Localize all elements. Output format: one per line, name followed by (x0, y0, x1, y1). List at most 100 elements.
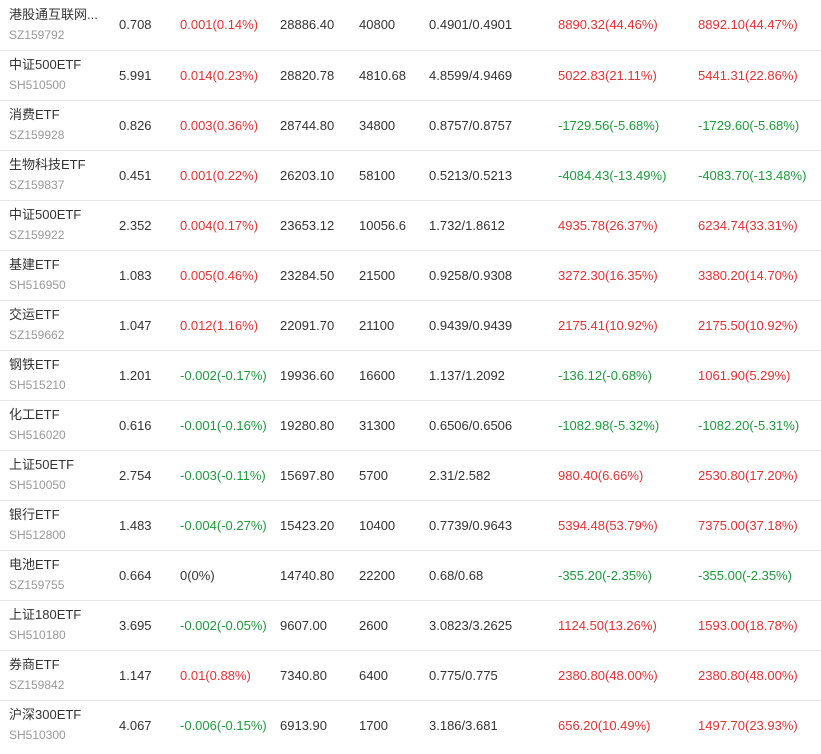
volume-cell: 58100 (359, 150, 429, 200)
fund-name[interactable]: 电池ETF (9, 556, 109, 574)
current-price: 0.708 (119, 17, 152, 33)
fund-name[interactable]: 中证500ETF (9, 56, 109, 74)
cost-price: 0.775/0.775 (429, 667, 498, 683)
cost-cell: 0.8757/0.8757 (429, 100, 558, 150)
volume-cell: 34800 (359, 100, 429, 150)
pnl-cell: 8890.32(44.46%) (558, 0, 698, 50)
fund-name[interactable]: 银行ETF (9, 506, 109, 524)
price-cell: 1.047 (119, 300, 180, 350)
pnl-total-cell: -355.00(-2.35%) (698, 550, 821, 600)
table-row[interactable]: 上证180ETF SH510180 3.695 -0.002(-0.05%) 9… (0, 600, 821, 650)
fund-code: SZ159792 (9, 27, 65, 42)
volume-cell: 21500 (359, 250, 429, 300)
fund-cell[interactable]: 上证180ETF SH510180 (0, 600, 119, 650)
holding-quantity: 10400 (359, 517, 396, 533)
table-row[interactable]: 银行ETF SH512800 1.483 -0.004(-0.27%) 1542… (0, 500, 821, 550)
fund-name[interactable]: 钢铁ETF (9, 356, 109, 374)
market-value: 26203.10 (280, 167, 335, 183)
table-row[interactable]: 沪深300ETF SH510300 4.067 -0.006(-0.15%) 6… (0, 700, 821, 750)
fund-cell[interactable]: 电池ETF SZ159755 (0, 550, 119, 600)
pnl-total-cell: 6234.74(33.31%) (698, 200, 821, 250)
fund-name[interactable]: 消费ETF (9, 106, 109, 124)
cost-cell: 2.31/2.582 (429, 450, 558, 500)
table-row[interactable]: 化工ETF SH516020 0.616 -0.001(-0.16%) 1928… (0, 400, 821, 450)
table-row[interactable]: 消费ETF SZ159928 0.826 0.003(0.36%) 28744.… (0, 100, 821, 150)
fund-cell[interactable]: 化工ETF SH516020 (0, 400, 119, 450)
volume-cell: 1700 (359, 700, 429, 750)
cost-cell: 0.68/0.68 (429, 550, 558, 600)
table-row[interactable]: 生物科技ETF SZ159837 0.451 0.001(0.22%) 2620… (0, 150, 821, 200)
fund-cell[interactable]: 银行ETF SH512800 (0, 500, 119, 550)
current-price: 3.695 (119, 617, 152, 633)
holding-quantity: 16600 (359, 367, 396, 383)
amount-cell: 26203.10 (280, 150, 359, 200)
volume-cell: 22200 (359, 550, 429, 600)
pnl-cell: 2380.80(48.00%) (558, 650, 698, 700)
fund-name[interactable]: 券商ETF (9, 656, 109, 674)
cost-cell: 0.5213/0.5213 (429, 150, 558, 200)
floating-pnl: 656.20(10.49%) (558, 717, 651, 733)
fund-cell[interactable]: 基建ETF SH516950 (0, 250, 119, 300)
total-pnl: 1061.90(5.29%) (698, 367, 791, 383)
fund-name[interactable]: 生物科技ETF (9, 156, 109, 174)
table-row[interactable]: 中证500ETF SZ159922 2.352 0.004(0.17%) 236… (0, 200, 821, 250)
price-cell: 2.352 (119, 200, 180, 250)
fund-cell[interactable]: 券商ETF SZ159842 (0, 650, 119, 700)
table-row[interactable]: 中证500ETF SH510500 5.991 0.014(0.23%) 288… (0, 50, 821, 100)
market-value: 9607.00 (280, 617, 327, 633)
change-cell: 0.003(0.36%) (180, 100, 280, 150)
holding-quantity: 58100 (359, 167, 396, 183)
market-value: 28886.40 (280, 17, 335, 33)
change-cell: 0.01(0.88%) (180, 650, 280, 700)
holding-quantity: 21100 (359, 317, 395, 333)
price-change: 0.014(0.23%) (180, 67, 259, 83)
price-cell: 0.451 (119, 150, 180, 200)
fund-cell[interactable]: 生物科技ETF SZ159837 (0, 150, 119, 200)
current-price: 0.826 (119, 117, 152, 133)
fund-name[interactable]: 港股通互联网... (9, 6, 109, 24)
total-pnl: 3380.20(14.70%) (698, 267, 798, 283)
current-price: 1.047 (119, 317, 152, 333)
fund-cell[interactable]: 港股通互联网... SZ159792 (0, 0, 119, 50)
amount-cell: 28886.40 (280, 0, 359, 50)
table-row[interactable]: 钢铁ETF SH515210 1.201 -0.002(-0.17%) 1993… (0, 350, 821, 400)
current-price: 0.616 (119, 417, 152, 433)
market-value: 15697.80 (280, 467, 335, 483)
table-row[interactable]: 基建ETF SH516950 1.083 0.005(0.46%) 23284.… (0, 250, 821, 300)
price-cell: 1.147 (119, 650, 180, 700)
fund-name[interactable]: 化工ETF (9, 406, 109, 424)
table-row[interactable]: 上证50ETF SH510050 2.754 -0.003(-0.11%) 15… (0, 450, 821, 500)
volume-cell: 10400 (359, 500, 429, 550)
fund-name[interactable]: 中证500ETF (9, 206, 109, 224)
pnl-cell: 1124.50(13.26%) (558, 600, 698, 650)
holding-quantity: 5700 (359, 467, 388, 483)
price-cell: 4.067 (119, 700, 180, 750)
fund-cell[interactable]: 沪深300ETF SH510300 (0, 700, 119, 750)
fund-code: SZ159837 (9, 178, 65, 192)
fund-code: SZ159842 (9, 678, 65, 692)
fund-cell[interactable]: 中证500ETF SH510500 (0, 50, 119, 100)
fund-cell[interactable]: 中证500ETF SZ159922 (0, 200, 119, 250)
table-row[interactable]: 交运ETF SZ159662 1.047 0.012(1.16%) 22091.… (0, 300, 821, 350)
pnl-total-cell: 7375.00(37.18%) (698, 500, 821, 550)
cost-cell: 1.732/1.8612 (429, 200, 558, 250)
market-value: 19936.60 (280, 367, 335, 383)
fund-name[interactable]: 沪深300ETF (9, 706, 109, 724)
total-pnl: -355.00(-2.35%) (698, 567, 792, 583)
table-row[interactable]: 电池ETF SZ159755 0.664 0(0%) 14740.80 2220… (0, 550, 821, 600)
fund-name[interactable]: 基建ETF (9, 256, 109, 274)
fund-name[interactable]: 上证50ETF (9, 456, 109, 474)
floating-pnl: 2175.41(10.92%) (558, 317, 658, 333)
fund-cell[interactable]: 交运ETF SZ159662 (0, 300, 119, 350)
fund-cell[interactable]: 上证50ETF SH510050 (0, 450, 119, 500)
fund-cell[interactable]: 钢铁ETF SH515210 (0, 350, 119, 400)
fund-name[interactable]: 交运ETF (9, 306, 109, 324)
table-row[interactable]: 券商ETF SZ159842 1.147 0.01(0.88%) 7340.80… (0, 650, 821, 700)
price-cell: 0.708 (119, 0, 180, 50)
holding-quantity: 1700 (359, 717, 388, 733)
fund-name[interactable]: 上证180ETF (9, 606, 109, 624)
fund-cell[interactable]: 消费ETF SZ159928 (0, 100, 119, 150)
floating-pnl: 3272.30(16.35%) (558, 267, 658, 283)
change-cell: -0.006(-0.15%) (180, 700, 280, 750)
table-row[interactable]: 港股通互联网... SZ159792 0.708 0.001(0.14%) 28… (0, 0, 821, 50)
